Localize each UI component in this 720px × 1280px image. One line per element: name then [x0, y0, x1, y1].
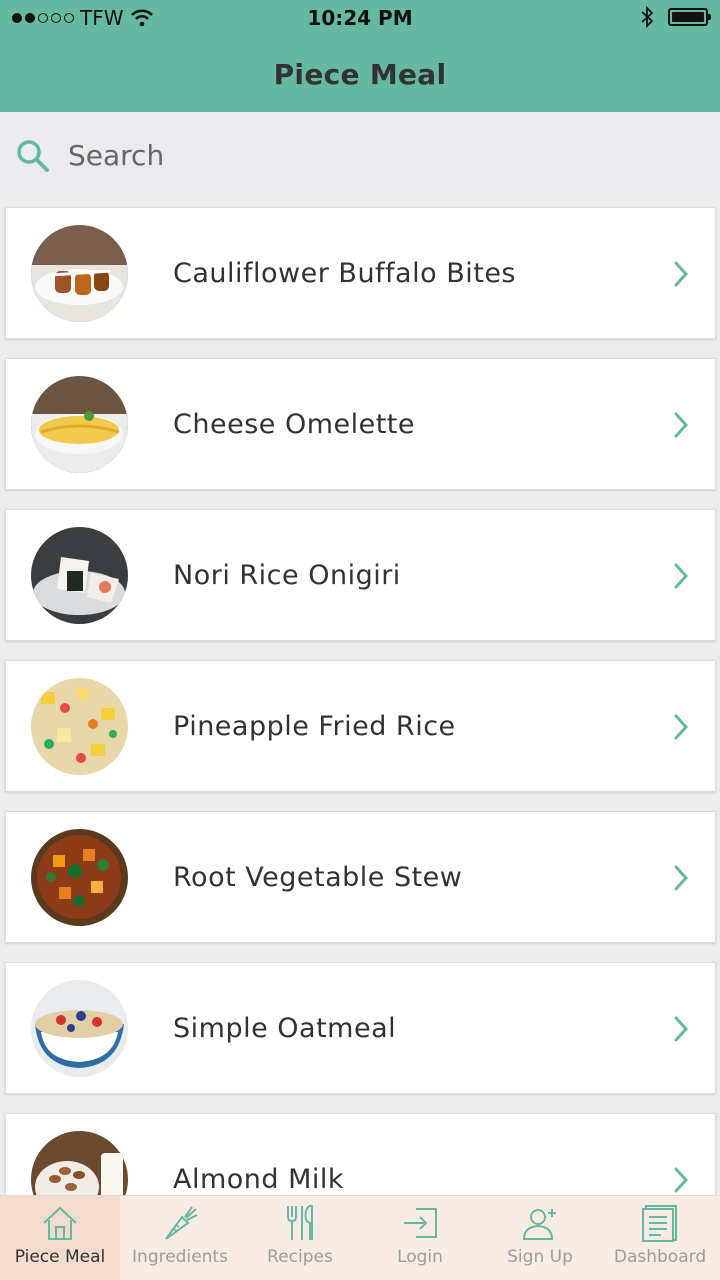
recipe-card-almond-milk[interactable]: Almond Milk — [5, 1113, 716, 1195]
recipe-thumbnail — [31, 376, 128, 473]
add-user-icon — [522, 1209, 556, 1240]
page-title: Piece Meal — [273, 57, 447, 91]
tab-label: Piece Meal — [14, 1247, 106, 1267]
recipe-card-pineapple-fried-rice[interactable]: Pineapple Fried Rice — [5, 660, 716, 792]
battery-icon — [668, 8, 711, 26]
chevron-right-icon — [674, 1016, 689, 1042]
tab-login[interactable]: Login — [360, 1196, 480, 1280]
house-icon — [43, 1206, 77, 1240]
tab-piece-meal[interactable]: Piece Meal — [0, 1196, 120, 1280]
tab-label: Recipes — [267, 1247, 333, 1267]
bluetooth-icon — [641, 6, 654, 28]
search-input[interactable] — [68, 139, 668, 172]
chevron-right-icon — [674, 1167, 689, 1193]
search-bar[interactable] — [0, 112, 720, 199]
recipe-name: Simple Oatmeal — [173, 1013, 397, 1044]
recipe-thumbnail — [31, 829, 128, 926]
tab-bar: Piece Meal Ingredients Recipes Login Sig… — [0, 1195, 720, 1280]
recipe-list[interactable]: Cauliflower Buffalo Bites Cheese Omelett… — [0, 199, 720, 1195]
chevron-right-icon — [674, 563, 689, 589]
recipe-thumbnail — [31, 678, 128, 775]
recipe-thumbnail — [31, 980, 128, 1077]
status-bar: TFW 10:24 PM — [0, 0, 720, 36]
tab-dashboard[interactable]: Dashboard — [600, 1196, 720, 1280]
tab-label: Dashboard — [613, 1247, 707, 1267]
recipe-card-nori-rice-onigiri[interactable]: Nori Rice Onigiri — [5, 509, 716, 641]
status-time: 10:24 PM — [307, 6, 413, 30]
chevron-right-icon — [674, 714, 689, 740]
recipe-name: Cauliflower Buffalo Bites — [173, 258, 516, 289]
recipe-name: Almond Milk — [173, 1164, 345, 1195]
chevron-right-icon — [674, 412, 689, 438]
recipe-card-root-vegetable-stew[interactable]: Root Vegetable Stew — [5, 811, 716, 943]
recipe-thumbnail — [31, 1131, 128, 1195]
recipe-card-cheese-omelette[interactable]: Cheese Omelette — [5, 358, 716, 490]
tab-sign-up[interactable]: Sign Up — [480, 1196, 600, 1280]
chevron-right-icon — [674, 261, 689, 287]
carrot-icon — [165, 1206, 198, 1240]
recipe-thumbnail — [31, 225, 128, 322]
recipe-card-cauliflower-buffalo-bites[interactable]: Cauliflower Buffalo Bites — [5, 207, 716, 339]
navigation-bar: Piece Meal — [0, 36, 720, 112]
fork-knife-icon — [287, 1204, 313, 1240]
tab-recipes[interactable]: Recipes — [240, 1196, 360, 1280]
tab-label: Sign Up — [507, 1247, 573, 1267]
recipe-thumbnail — [31, 527, 128, 624]
search-icon — [17, 139, 49, 172]
recipe-name: Nori Rice Onigiri — [173, 560, 401, 591]
status-right — [640, 6, 711, 28]
chevron-right-icon — [674, 865, 689, 891]
tab-ingredients[interactable]: Ingredients — [120, 1196, 240, 1280]
tab-label: Login — [397, 1247, 443, 1267]
document-icon — [642, 1205, 677, 1242]
recipe-name: Cheese Omelette — [173, 409, 416, 440]
recipe-name: Pineapple Fried Rice — [173, 711, 456, 742]
tab-label: Ingredients — [132, 1247, 228, 1267]
recipe-name: Root Vegetable Stew — [173, 862, 463, 893]
recipe-card-simple-oatmeal[interactable]: Simple Oatmeal — [5, 962, 716, 1094]
login-icon — [404, 1208, 437, 1238]
